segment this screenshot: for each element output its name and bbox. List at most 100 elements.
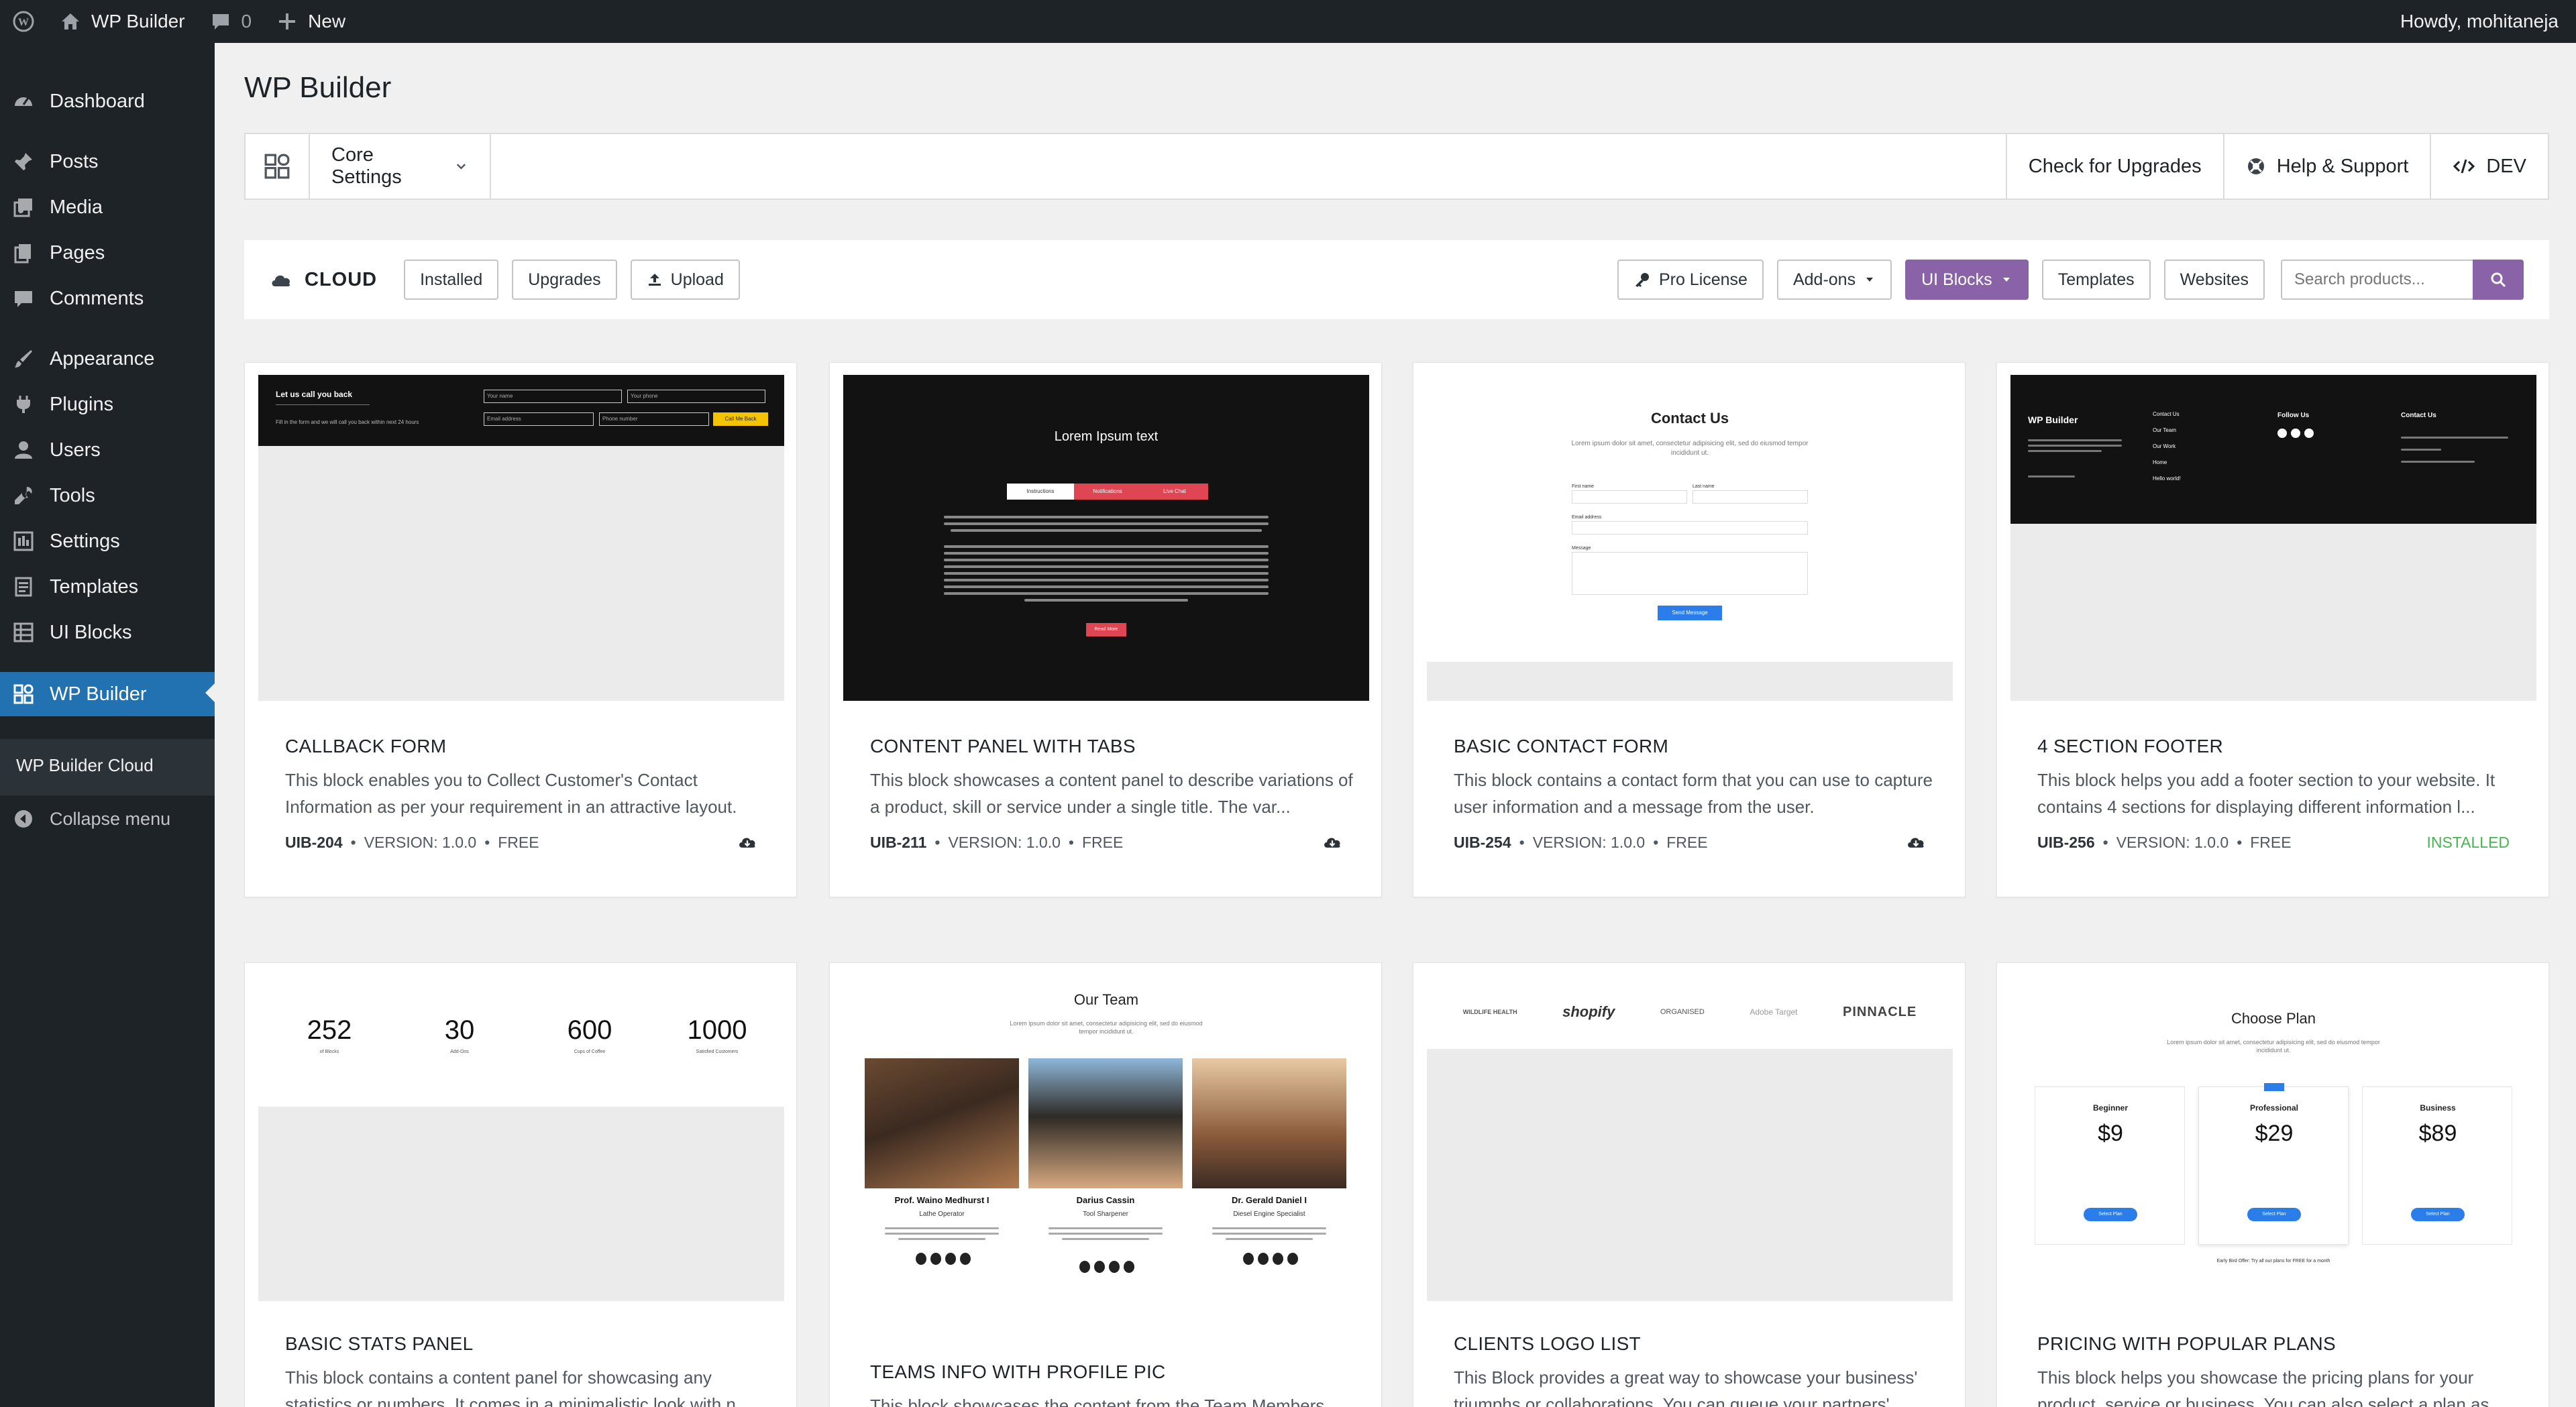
sidebar-item-label: Tools xyxy=(50,484,95,506)
popular-badge xyxy=(2264,1083,2284,1091)
help-support-button[interactable]: Help & Support xyxy=(2224,134,2432,199)
product-card[interactable]: Choose Plan Lorem ipsum dolor sit amet, … xyxy=(1996,962,2549,1407)
sidebar-item-users[interactable]: Users xyxy=(0,429,215,471)
preview-link: Our Team xyxy=(2153,427,2176,433)
site-name-link[interactable]: WP Builder xyxy=(47,0,197,43)
sidebar-item-comments[interactable]: Comments xyxy=(0,278,215,319)
preview-heading: Let us call you back xyxy=(276,390,353,399)
pro-license-button[interactable]: Pro License xyxy=(1617,260,1764,300)
cloud-download-icon xyxy=(1324,838,1340,848)
upload-button[interactable]: Upload xyxy=(630,260,740,300)
sidebar-item-label: Dashboard xyxy=(50,90,145,112)
product-thumbnail: 252 of Blocks 30 Add-Ons 600 Cups of Cof… xyxy=(258,975,784,1301)
card-description: This block contains a content panel for … xyxy=(285,1367,751,1407)
plus-icon xyxy=(279,13,296,30)
search-input[interactable] xyxy=(2281,260,2473,300)
download-button[interactable] xyxy=(737,834,757,850)
collapse-icon xyxy=(15,810,32,828)
product-card[interactable]: Lorem Ipsum text Instructions Notificati… xyxy=(829,362,1382,897)
stat-number: 1000 xyxy=(687,1015,747,1045)
sidebar-item-label: Appearance xyxy=(50,347,155,370)
wordpress-icon: W xyxy=(13,11,34,32)
cloud-tab[interactable]: CLOUD xyxy=(270,269,377,291)
product-thumbnail: WP Builder Contact Us Our Team Our Work … xyxy=(2010,375,2536,701)
preview-field: Phone number xyxy=(599,412,709,426)
dev-button[interactable]: DEV xyxy=(2431,134,2548,199)
sidebar-item-dashboard[interactable]: Dashboard xyxy=(0,80,215,122)
preview-text-line xyxy=(1212,1227,1326,1229)
comment-icon xyxy=(212,14,229,30)
facebook-icon xyxy=(2277,429,2287,438)
download-button[interactable] xyxy=(1322,834,1342,850)
admin-bar: W WP Builder 0 New Howdy, mohitaneja xyxy=(0,0,2576,43)
account-menu[interactable]: Howdy, mohitaneja xyxy=(2388,0,2576,43)
stat-number: 252 xyxy=(307,1015,352,1045)
check-upgrades-button[interactable]: Check for Upgrades xyxy=(2007,134,2224,199)
download-button[interactable] xyxy=(1906,834,1926,850)
stat-number: 600 xyxy=(567,1015,612,1045)
sidebar-item-appearance[interactable]: Appearance xyxy=(0,338,215,380)
wrench-icon xyxy=(15,487,32,504)
lifebuoy-icon xyxy=(2247,158,2264,174)
sidebar-item-templates[interactable]: Templates xyxy=(0,566,215,608)
preview-field xyxy=(1693,490,1808,504)
member-name: Prof. Waino Medhurst I xyxy=(894,1195,989,1205)
plugin-topbar: Core Settings Check for Upgrades Help & … xyxy=(244,133,2549,200)
admin-sidebar: Dashboard Posts Media Pages Comments App… xyxy=(0,43,215,1407)
card-id: UIB-254 xyxy=(1454,834,1511,851)
preview-text-line xyxy=(885,1233,999,1235)
product-card[interactable]: WILDLIFE HEALTH shopify ORGANISED Adobe … xyxy=(1413,962,1966,1407)
sidebar-item-ui-blocks[interactable]: UI Blocks xyxy=(0,612,215,653)
card-id: UIB-211 xyxy=(870,834,927,851)
preview-heading: Follow Us xyxy=(2277,412,2310,419)
preview-text-line xyxy=(1049,1227,1163,1229)
sidebar-item-label: Settings xyxy=(50,530,120,552)
ui-blocks-dropdown[interactable]: UI Blocks xyxy=(1905,260,2029,300)
templates-button[interactable]: Templates xyxy=(2041,260,2151,300)
card-description: This Block provides a great way to showc… xyxy=(1454,1367,1918,1407)
sidebar-item-settings[interactable]: Settings xyxy=(0,520,215,562)
preview-link: Hello world! xyxy=(2153,475,2181,482)
sidebar-item-label: Comments xyxy=(50,287,144,309)
sidebar-item-media[interactable]: Media xyxy=(0,186,215,228)
submenu-item-wp-builder-cloud[interactable]: WP Builder Cloud xyxy=(16,755,154,776)
comments-link[interactable]: 0 xyxy=(197,0,264,43)
sidebar-item-posts[interactable]: Posts xyxy=(0,141,215,182)
plan-select-button: Select Plan xyxy=(2247,1208,2301,1221)
installed-button[interactable]: Installed xyxy=(404,260,499,300)
product-card[interactable]: Let us call you back Fill in the form an… xyxy=(244,362,797,897)
search-icon xyxy=(2491,272,2506,288)
member-name: Dr. Gerald Daniel I xyxy=(1232,1195,1307,1205)
preview-field xyxy=(1572,490,1687,504)
product-card[interactable]: 252 of Blocks 30 Add-Ons 600 Cups of Cof… xyxy=(244,962,797,1407)
sidebar-item-pages[interactable]: Pages xyxy=(0,232,215,274)
product-card[interactable]: Our Team Lorem ipsum dolor sit amet, con… xyxy=(829,962,1382,1407)
sidebar-item-wp-builder[interactable]: WP Builder xyxy=(0,672,215,716)
plan-price: $89 xyxy=(2418,1121,2457,1146)
wordpress-logo-button[interactable]: W xyxy=(0,0,47,43)
card-price: FREE xyxy=(1081,834,1124,851)
preview-note: Early Bird Offer: Try all our plans for … xyxy=(2216,1259,2330,1263)
grid-menu-button[interactable] xyxy=(246,134,310,199)
chevron-down-icon xyxy=(456,164,466,170)
upload-icon xyxy=(648,274,661,286)
collapse-menu-button[interactable]: Collapse menu xyxy=(12,807,170,830)
search-button[interactable] xyxy=(2473,260,2524,300)
product-thumbnail: Let us call you back Fill in the form an… xyxy=(258,375,784,701)
card-title: CALLBACK FORM xyxy=(285,736,447,756)
product-card[interactable]: WP Builder Contact Us Our Team Our Work … xyxy=(1996,362,2549,897)
sidebar-item-label: Users xyxy=(50,439,101,461)
websites-button[interactable]: Websites xyxy=(2163,260,2265,300)
sidebar-item-plugins[interactable]: Plugins xyxy=(0,384,215,425)
preview-link: Contact Us xyxy=(2153,411,2180,417)
sidebar-item-tools[interactable]: Tools xyxy=(0,475,215,516)
upgrades-button[interactable]: Upgrades xyxy=(512,260,617,300)
preview-text-line xyxy=(898,1238,985,1240)
core-settings-dropdown[interactable]: Core Settings xyxy=(310,134,491,199)
upload-label: Upload xyxy=(670,270,724,289)
new-content-link[interactable]: New xyxy=(264,0,358,43)
addons-dropdown[interactable]: Add-ons xyxy=(1776,260,1892,300)
product-card[interactable]: Contact Us Lorem ipsum dolor sit amet, c… xyxy=(1413,362,1966,897)
wpbuilder-icon xyxy=(13,684,34,704)
grid-icon xyxy=(264,154,290,179)
